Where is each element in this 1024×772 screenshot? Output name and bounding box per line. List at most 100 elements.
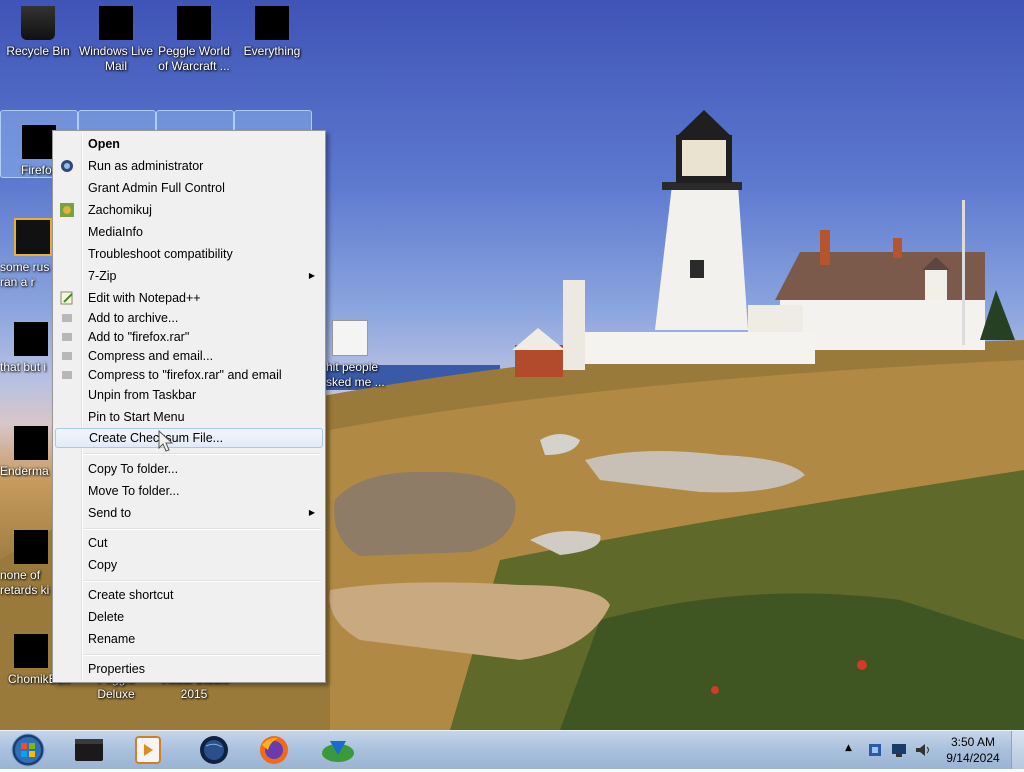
taskbar-globe[interactable] [188,733,240,767]
menu-item-add-firefox-rar[interactable]: Add to "firefox.rar" [55,327,323,347]
peggle-wow-icon [177,6,211,40]
firefox-icon [22,125,56,159]
notepad-icon [60,291,74,305]
desktop-icon-some-rus[interactable]: some rus ran a r [0,212,52,290]
menu-item-send-to[interactable]: Send to ▶ [55,503,323,523]
show-desktop-button[interactable] [1011,731,1024,769]
menu-item-properties[interactable]: Properties [55,659,323,679]
everything-icon [255,6,289,40]
tray-clock[interactable]: 3:50 AM 9/14/2024 [938,734,1008,766]
desktop-icon-label: Enderma [0,464,49,478]
tray-expand-icon[interactable]: ▲ [845,743,852,753]
windows-live-mail-icon [99,6,133,40]
menu-item-label: MediaInfo [88,225,143,239]
menu-item-cut[interactable]: Cut [55,533,323,553]
menu-item-label: Compress to "firefox.rar" and email [88,368,282,382]
menu-item-label: Cut [88,536,108,550]
desktop-icon-label: Windows Live Mail [78,44,154,73]
menu-item-edit-notepad[interactable]: Edit with Notepad++ [55,288,323,308]
menu-item-unpin-taskbar[interactable]: Unpin from Taskbar [55,385,323,405]
menu-separator [83,654,321,656]
menu-item-add-archive[interactable]: Add to archive... [55,308,323,328]
desktop-icon-enderman[interactable]: Enderma [0,420,52,479]
menu-item-label: Copy To folder... [88,462,179,476]
menu-item-label: Compress and email... [88,349,214,363]
taskbar-download-manager[interactable] [312,733,364,767]
menu-item-label: Properties [88,662,145,676]
menu-item-create-checksum[interactable]: Create Checksum File... [55,428,323,448]
menu-item-label: Troubleshoot compatibility [88,247,233,261]
volume-tray-icon[interactable] [914,741,932,759]
menu-item-label: 7-Zip [88,269,117,283]
chomik-icon [60,203,74,217]
mouse-cursor-icon [158,430,174,452]
menu-item-label: Create shortcut [88,588,174,602]
file-icon [14,426,48,460]
firefox-icon [260,736,288,764]
menu-item-zachomikuj[interactable]: Zachomikuj [55,200,323,220]
menu-separator [83,580,321,582]
menu-separator [83,528,321,530]
taskbar-firefox[interactable] [248,733,300,767]
media-player-icon [135,736,161,764]
desktop-icon-peggle-wow[interactable]: Peggle World of Warcraft ... [156,0,232,74]
network-tray-icon[interactable] [866,741,884,759]
recycle-bin-icon [21,6,55,40]
media-center-icon [75,739,103,761]
desktop-icon-hit-people[interactable]: hit people sked me ... [318,320,388,390]
desktop-icon-that-but[interactable]: that but i [0,316,52,375]
menu-item-delete[interactable]: Delete [55,607,323,627]
menu-item-open[interactable]: Open [55,134,323,154]
menu-item-rename[interactable]: Rename [55,629,323,649]
menu-item-label: Rename [88,632,136,646]
monitor-tray-icon[interactable] [890,741,908,759]
menu-item-label: Edit with Notepad++ [88,291,201,305]
menu-item-troubleshoot[interactable]: Troubleshoot compatibility [55,244,323,264]
menu-item-copy-to-folder[interactable]: Copy To folder... [55,459,323,479]
submenu-arrow-icon: ▶ [308,271,315,280]
clock-date: 9/14/2024 [946,751,1000,765]
desktop-icon-label: hit people sked me ... [326,360,385,389]
shield-icon [60,159,74,173]
taskbar-media-player[interactable] [122,733,174,767]
menu-item-mediainfo[interactable]: MediaInfo [55,222,323,242]
download-manager-icon [322,741,354,762]
menu-item-copy[interactable]: Copy [55,555,323,575]
menu-item-label: Delete [88,610,125,624]
desktop-icon-label: Everything [243,44,301,58]
menu-item-pin-start[interactable]: Pin to Start Menu [55,407,323,427]
taskbar-media-center[interactable] [64,733,116,767]
archive-icon [60,368,74,382]
globe-icon [200,736,228,764]
clock-time: 3:50 AM [950,735,996,749]
desktop-icon-windows-live-mail[interactable]: Windows Live Mail [78,0,154,74]
file-icon [332,320,368,356]
start-button[interactable] [2,733,50,767]
desktop-icon-label: that but i [0,360,47,374]
archive-icon [60,349,74,363]
desktop-icon-none-of[interactable]: none of retards ki [0,524,52,598]
menu-separator [83,453,321,455]
file-icon [14,530,48,564]
menu-item-label: Pin to Start Menu [88,410,185,424]
desktop-icon-everything[interactable]: Everything [234,0,310,59]
desktop-icon-recycle-bin[interactable]: Recycle Bin [0,0,76,59]
archive-icon [60,330,74,344]
menu-item-7zip[interactable]: 7-Zip ▶ [55,266,323,286]
menu-item-compress-rar-email[interactable]: Compress to "firefox.rar" and email [55,365,323,385]
menu-item-grant-admin[interactable]: Grant Admin Full Control [55,178,323,198]
menu-item-label: Grant Admin Full Control [88,181,225,195]
chomikbox-icon [14,634,48,668]
start-orb-icon [11,733,45,767]
context-menu: Open Run as administrator Grant Admin Fu… [52,130,326,683]
menu-item-move-to-folder[interactable]: Move To folder... [55,481,323,501]
taskbar: ▲ 3:50 AM 9/14/2024 [0,730,1024,769]
file-icon [14,218,52,256]
menu-item-label: Zachomikuj [88,203,152,217]
desktop-icon-label: Recycle Bin [6,44,70,58]
menu-item-label: Open [88,137,120,151]
menu-item-compress-email[interactable]: Compress and email... [55,346,323,366]
menu-item-create-shortcut[interactable]: Create shortcut [55,585,323,605]
menu-item-run-as-admin[interactable]: Run as administrator [55,156,323,176]
menu-item-label: Add to "firefox.rar" [88,330,190,344]
